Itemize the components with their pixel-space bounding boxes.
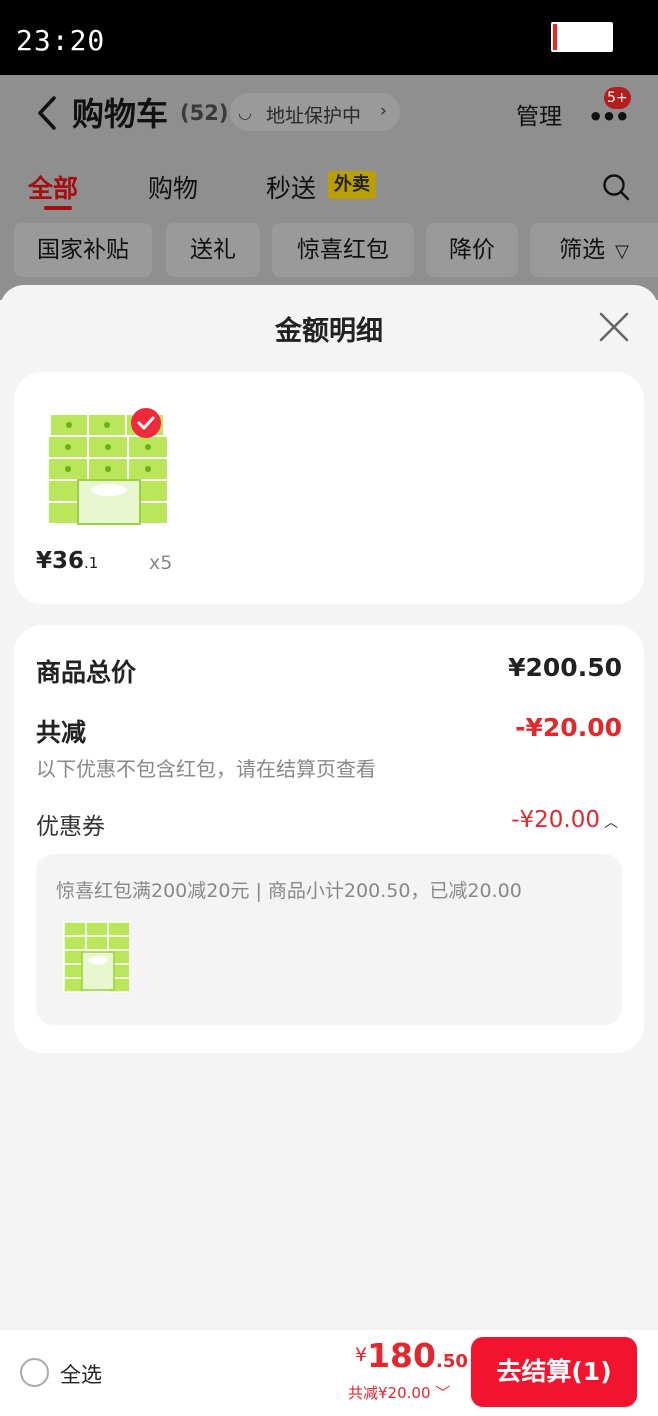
checkout-button[interactable]: 去结算(1) [471,1337,637,1407]
tab-all[interactable]: 全部 [28,169,78,205]
search-icon[interactable] [602,173,630,201]
cart-tabs: 全部 购物 秒送 外卖 [0,155,658,215]
chip-gift[interactable]: 送礼 [166,223,260,277]
saved-amount-toggle[interactable]: 共减¥20.00 ﹀ [348,1382,450,1403]
filter-chips: 国家补贴 送礼 惊喜红包 降价 筛选 ▽ [0,223,658,277]
manage-button[interactable]: 管理 [516,97,562,131]
total-price-label: 商品总价 [36,658,137,687]
final-total-int: 180 [367,1336,436,1375]
total-price-value: ¥200.50 [508,653,622,682]
final-total: ¥180.50 [355,1336,468,1375]
final-total-dec: .50 [435,1351,468,1372]
chip-price-drop[interactable]: 降价 [426,223,518,277]
status-bar: 23:20 [0,0,658,75]
product-card: ¥36.1 x5 [14,372,644,604]
funnel-icon: ▽ [615,241,629,262]
back-arrow-icon[interactable] [36,95,58,131]
chip-surprise-redpacket[interactable]: 惊喜红包 [272,223,414,277]
chevron-right-icon: › [380,101,387,121]
address-protection-label: 地址保护中 [266,105,362,127]
coupon-description: 惊喜红包满200减20元 | 商品小计200.50，已减20.00 [56,880,522,902]
discount-note: 以下优惠不包含红包，请在结算页查看 [36,757,376,781]
product-price-int: ¥36 [36,548,85,574]
product-price-dec: .1 [84,554,99,572]
chip-national-subsidy[interactable]: 国家补贴 [14,223,152,277]
select-all-radio[interactable] [20,1358,49,1387]
smile-icon: ◡ [238,103,252,122]
coupon-label: 优惠券 [36,814,105,840]
tab-shopping[interactable]: 购物 [148,169,198,205]
sheet-title: 金额明细 [275,316,383,347]
select-all-label[interactable]: 全选 [60,1359,102,1389]
coupon-value: -¥20.00 [511,807,600,833]
saved-amount: 共减¥20.00 [348,1384,431,1402]
coupon-product-thumbnail [63,921,131,993]
currency-symbol: ¥ [355,1344,368,1366]
coupon-detail-box: 惊喜红包满200减20元 | 商品小计200.50，已减20.00 [36,854,622,1025]
message-badge: 5+ [604,87,631,109]
selected-check-icon [131,408,161,438]
product-price: ¥36.1 [36,548,98,574]
address-protection-pill[interactable]: ◡ 地址保护中 › [230,93,400,131]
chip-filter-label: 筛选 [559,237,606,263]
cart-title: 购物车 [72,95,169,133]
chip-filter[interactable]: 筛选 ▽ [530,223,658,277]
tab-active-indicator [44,206,72,210]
cart-page-background: 购物车 (52) ◡ 地址保护中 › 管理 ••• 5+ 全部 购物 秒送 外卖… [0,75,658,300]
chevron-up-icon: ︿ [604,815,618,831]
total-discount-value: -¥20.00 [515,713,622,742]
cart-header: 购物车 (52) ◡ 地址保护中 › 管理 ••• 5+ [0,75,658,150]
product-quantity: x5 [149,552,173,574]
checkout-bar: 全选 ¥180.50 共减¥20.00 ﹀ 去结算(1) [0,1330,658,1416]
amount-detail-sheet: 金额明细 ¥36.1 x5 商品总价 ¥200.50 共减 -¥20.00 以下… [0,285,658,1416]
battery-icon [551,22,613,52]
tab-instant-delivery[interactable]: 秒送 [266,169,316,205]
coupon-toggle[interactable]: -¥20.00 ︿ [511,807,618,833]
chevron-down-icon: ﹀ [435,1384,451,1402]
price-summary-card: 商品总价 ¥200.50 共减 -¥20.00 以下优惠不包含红包，请在结算页查… [14,625,644,1053]
clock: 23:20 [16,24,106,57]
close-icon[interactable] [598,311,630,343]
total-discount-label: 共减 [36,718,87,747]
takeout-tag: 外卖 [328,171,376,199]
cart-count: (52) [180,101,229,125]
